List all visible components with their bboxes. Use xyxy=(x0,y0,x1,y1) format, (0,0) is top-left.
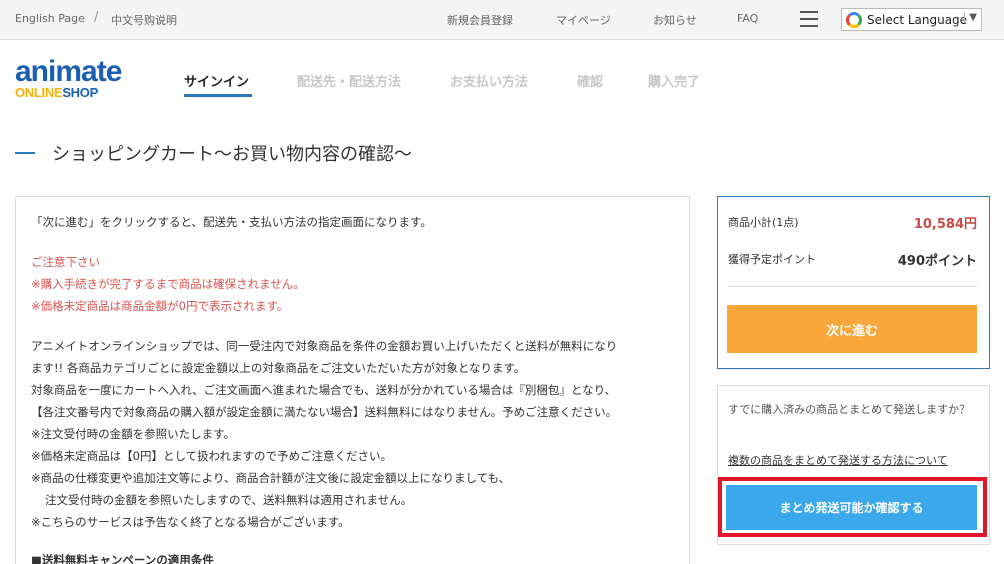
subtotal-value: 10,584円 xyxy=(913,217,977,232)
body-8: 注文受付時の金額を参照いたしますので、送料無料は適用されません。 xyxy=(45,493,413,507)
mypage-link[interactable]: マイページ xyxy=(556,12,611,28)
language-select[interactable]: Select Language ▼ xyxy=(841,8,982,31)
title-dash xyxy=(15,152,35,154)
page-title: ショッピングカート〜お買い物内容の確認〜 xyxy=(52,144,412,165)
body-3: 対象商品を一度にカートへ入れ、ご注文画面へ進まれた場合でも、送料が分かれている場… xyxy=(31,383,617,397)
step-confirm: 確認 xyxy=(577,75,604,90)
english-page-link[interactable]: English Page xyxy=(15,12,85,25)
body-9: ※こちらのサービスは予告なく終了となる場合がございます。 xyxy=(31,515,350,529)
topbar-separator: / xyxy=(94,10,99,25)
info-panel: 「次に進む」をクリックすると、配送先・支払い方法の指定画面になります。 ご注意下… xyxy=(15,196,690,564)
step-signin: サインイン xyxy=(184,75,250,90)
body-5: ※注文受付時の金額を参照いたします。 xyxy=(31,427,235,441)
news-link[interactable]: お知らせ xyxy=(653,12,697,28)
body-7: ※商品の仕様変更や追加注文等により、商品合計額が注文後に設定金額以上になりまして… xyxy=(31,471,511,485)
body-4: 【各注文番号内で対象商品の購入額が設定金額に満たない場合】送料無料にはなりません… xyxy=(31,405,618,419)
register-link[interactable]: 新規会員登録 xyxy=(447,12,513,28)
step-shipping: 配送先・配送方法 xyxy=(297,75,402,90)
bundle-question: すでに購入済みの商品とまとめて発送しますか？ xyxy=(728,403,971,416)
language-select-label: Select Language xyxy=(867,13,968,27)
dropdown-arrow-icon: ▼ xyxy=(964,12,977,23)
body-2: ます!! 各商品カテゴリごとに設定金額以上の対象商品をご注文いただいた方が対象と… xyxy=(31,361,526,375)
logo-line2: ONLINESHOP xyxy=(15,85,98,100)
summary-divider xyxy=(728,286,977,287)
top-bar: English Page / 中文号购说明 新規会員登録 マイページ お知らせ … xyxy=(0,0,1004,40)
bundle-confirm-button[interactable]: まとめ発送可能か確認する xyxy=(726,485,977,530)
body-1: アニメイトオンラインショップでは、同一受注内で対象商品を条件の金額お買い上げいた… xyxy=(31,339,618,353)
menu-icon[interactable] xyxy=(800,11,818,27)
google-icon xyxy=(846,12,862,28)
notice-2: ※価格未定商品は商品金額が0円で表示されます。 xyxy=(31,299,289,313)
active-step-underline xyxy=(184,94,252,97)
faq-link[interactable]: FAQ xyxy=(737,12,758,25)
step-payment: お支払い方法 xyxy=(450,75,529,90)
notice-1: ※購入手続きが完了するまで商品は確保されません。 xyxy=(31,277,305,291)
points-label: 獲得予定ポイント xyxy=(728,253,816,266)
step-complete: 購入完了 xyxy=(648,75,701,90)
body-6: ※価格未定商品は【0円】として扱われますので予めご注意ください。 xyxy=(31,449,393,463)
notice-title: ご注意下さい xyxy=(31,255,100,269)
bundle-help-link[interactable]: 複数の商品をまとめて発送する方法について xyxy=(728,452,948,468)
order-summary: 商品小計(1点) 10,584円 獲得予定ポイント 490ポイント 次に進む xyxy=(717,196,990,369)
campaign-section-heading: ■送料無料キャンペーンの適用条件 xyxy=(31,553,214,564)
intro-text: 「次に進む」をクリックすると、配送先・支払い方法の指定画面になります。 xyxy=(31,215,432,229)
chinese-guide-link[interactable]: 中文号购说明 xyxy=(111,12,177,28)
points-value: 490ポイント xyxy=(897,254,977,269)
animate-logo[interactable]: animate ONLINESHOP xyxy=(15,55,127,104)
logo-line1: animate xyxy=(15,55,122,88)
next-button[interactable]: 次に進む xyxy=(727,305,977,353)
subtotal-label: 商品小計(1点) xyxy=(728,216,799,229)
